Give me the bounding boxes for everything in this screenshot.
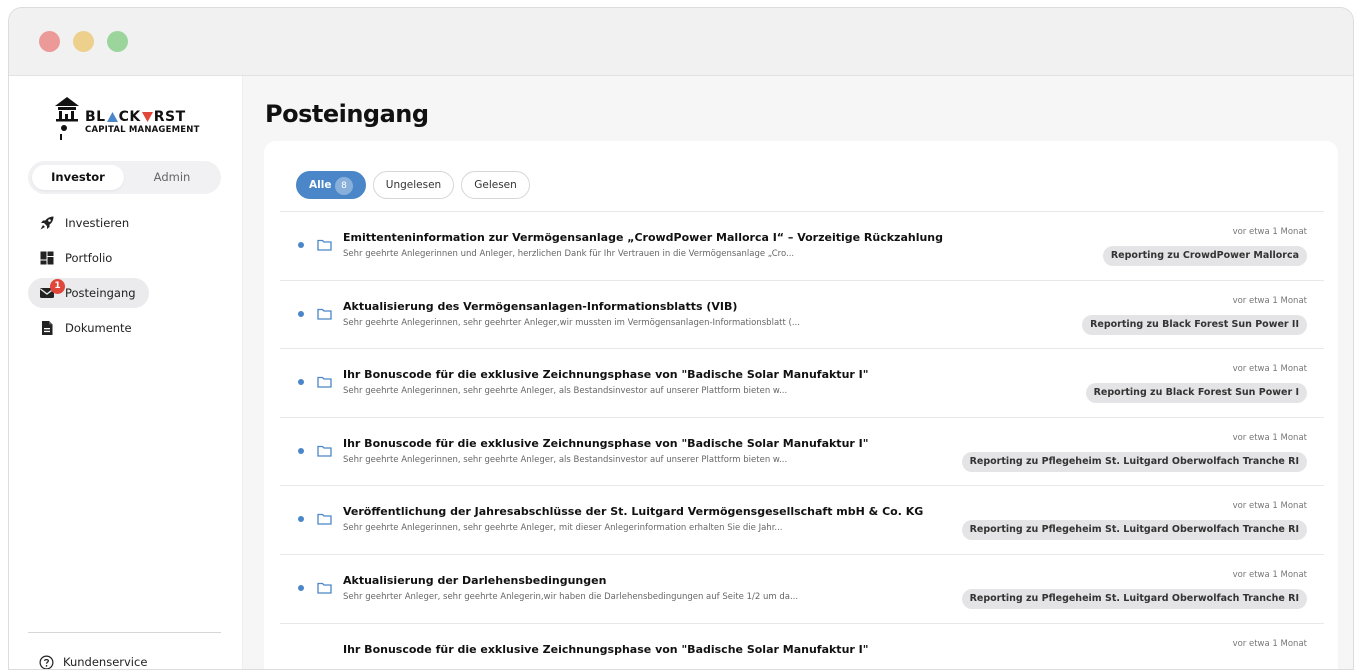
- dashboard-icon: [40, 251, 54, 265]
- unread-indicator: [298, 516, 304, 522]
- folder-icon: [317, 513, 332, 525]
- page-title: Posteingang: [265, 100, 429, 128]
- sidebar-item-investieren[interactable]: Investieren: [28, 208, 149, 238]
- window-titlebar: [9, 8, 1353, 76]
- unread-indicator: [298, 311, 304, 317]
- message-row[interactable]: Ihr Bonuscode für die exklusive Zeichnun…: [280, 623, 1324, 669]
- folder-icon: [317, 308, 332, 320]
- inbox-card: Alle 8 Ungelesen Gelesen Emittenteninfor…: [264, 141, 1338, 669]
- brand-triangle-red-icon: [141, 112, 153, 122]
- sidebar: BL CK RST CAPITAL MANAGEMENT Investor Admi…: [9, 76, 243, 669]
- message-timestamp: vor etwa 1 Monat: [1232, 227, 1307, 237]
- unread-indicator: [298, 379, 304, 385]
- folder-icon: [317, 445, 332, 457]
- browser-window: BL CK RST CAPITAL MANAGEMENT Investor Admi…: [8, 7, 1354, 670]
- support-label: Kundenservice: [63, 655, 148, 669]
- sidebar-item-label: Dokumente: [65, 321, 132, 335]
- message-timestamp: vor etwa 1 Monat: [1232, 501, 1307, 511]
- message-row[interactable]: Aktualisierung des Vermögensanlagen-Info…: [280, 280, 1324, 349]
- message-timestamp: vor etwa 1 Monat: [1232, 639, 1307, 649]
- folder-icon: [317, 239, 332, 251]
- window-maximize-button[interactable]: [107, 31, 128, 52]
- message-title: Ihr Bonuscode für die exklusive Zeichnun…: [343, 437, 869, 450]
- message-preview: Sehr geehrte Anlegerinnen, sehr geehrter…: [343, 318, 800, 328]
- message-timestamp: vor etwa 1 Monat: [1232, 364, 1307, 374]
- sidebar-item-dokumente[interactable]: Dokumente: [28, 313, 149, 343]
- message-row[interactable]: Aktualisierung der Darlehensbedingungen …: [280, 554, 1324, 623]
- message-tag[interactable]: Reporting zu Pflegeheim St. Luitgard Obe…: [961, 452, 1307, 472]
- message-tag[interactable]: Reporting zu Black Forest Sun Power I: [1085, 383, 1307, 403]
- role-admin-button[interactable]: Admin: [126, 165, 218, 190]
- folder-icon: [317, 376, 332, 388]
- message-tag[interactable]: Reporting zu Pflegeheim St. Luitgard Obe…: [961, 589, 1307, 609]
- folder-icon: [317, 582, 332, 594]
- message-preview: Sehr geehrte Anlegerinnen, sehr geehrte …: [343, 386, 788, 396]
- message-tag[interactable]: Reporting zu CrowdPower Mallorca: [1102, 246, 1307, 266]
- document-icon: [42, 321, 53, 335]
- unread-indicator: [298, 448, 304, 454]
- message-preview: Sehr geehrter Anleger, sehr geehrte Anle…: [343, 592, 799, 602]
- sidebar-item-label: Portfolio: [65, 251, 113, 265]
- brand-name: BL CK RST: [85, 109, 186, 125]
- sidebar-item-label: Posteingang: [65, 286, 136, 300]
- unread-indicator: [298, 585, 304, 591]
- window-close-button[interactable]: [39, 31, 60, 52]
- rocket-icon: [40, 216, 54, 230]
- filter-all-button[interactable]: Alle 8: [296, 171, 366, 199]
- sidebar-item-posteingang[interactable]: 1 Posteingang: [28, 278, 149, 308]
- message-title: Ihr Bonuscode für die exklusive Zeichnun…: [343, 368, 869, 381]
- role-investor-button[interactable]: Investor: [32, 165, 124, 190]
- sidebar-divider: [28, 632, 221, 633]
- help-circle-icon: [39, 655, 54, 669]
- message-row[interactable]: Emittenteninformation zur Vermögensanlag…: [280, 211, 1324, 280]
- message-row[interactable]: Veröffentlichung der Jahresabschlüsse de…: [280, 485, 1324, 554]
- logo-mark-icon: [55, 97, 79, 140]
- message-title: Aktualisierung der Darlehensbedingungen: [343, 574, 607, 587]
- message-preview: Sehr geehrte Anlegerinnen, sehr geehrte …: [343, 455, 788, 465]
- message-tag[interactable]: Reporting zu Pflegeheim St. Luitgard Obe…: [961, 520, 1307, 540]
- message-preview: Sehr geehrte Anlegerinnen, sehr geehrte …: [343, 523, 783, 533]
- message-preview: Sehr geehrte Anlegerinnen und Anleger, h…: [343, 249, 795, 259]
- message-title: Aktualisierung des Vermögensanlagen-Info…: [343, 300, 738, 313]
- message-title: Ihr Bonuscode für die exklusive Zeichnun…: [343, 643, 869, 656]
- message-row[interactable]: Ihr Bonuscode für die exklusive Zeichnun…: [280, 417, 1324, 486]
- unread-indicator: [298, 242, 304, 248]
- role-switch: Investor Admin: [28, 161, 221, 194]
- message-timestamp: vor etwa 1 Monat: [1232, 296, 1307, 306]
- message-tag[interactable]: Reporting zu Black Forest Sun Power II: [1082, 315, 1307, 335]
- message-timestamp: vor etwa 1 Monat: [1232, 570, 1307, 580]
- brand-subtitle: CAPITAL MANAGEMENT: [85, 125, 200, 135]
- filter-all-label: Alle: [309, 179, 332, 191]
- sidebar-item-portfolio[interactable]: Portfolio: [28, 243, 149, 273]
- brand-logo[interactable]: BL CK RST CAPITAL MANAGEMENT: [53, 94, 213, 150]
- message-row[interactable]: Ihr Bonuscode für die exklusive Zeichnun…: [280, 348, 1324, 417]
- filter-read-button[interactable]: Gelesen: [461, 171, 530, 199]
- message-timestamp: vor etwa 1 Monat: [1232, 433, 1307, 443]
- brand-triangle-blue-icon: [106, 112, 118, 122]
- sidebar-item-label: Investieren: [65, 216, 130, 230]
- message-title: Emittenteninformation zur Vermögensanlag…: [343, 231, 944, 244]
- message-title: Veröffentlichung der Jahresabschlüsse de…: [343, 505, 924, 518]
- window-minimize-button[interactable]: [73, 31, 94, 52]
- filter-all-count: 8: [335, 177, 353, 195]
- filter-unread-button[interactable]: Ungelesen: [373, 171, 454, 199]
- unread-count-badge: 1: [50, 279, 65, 294]
